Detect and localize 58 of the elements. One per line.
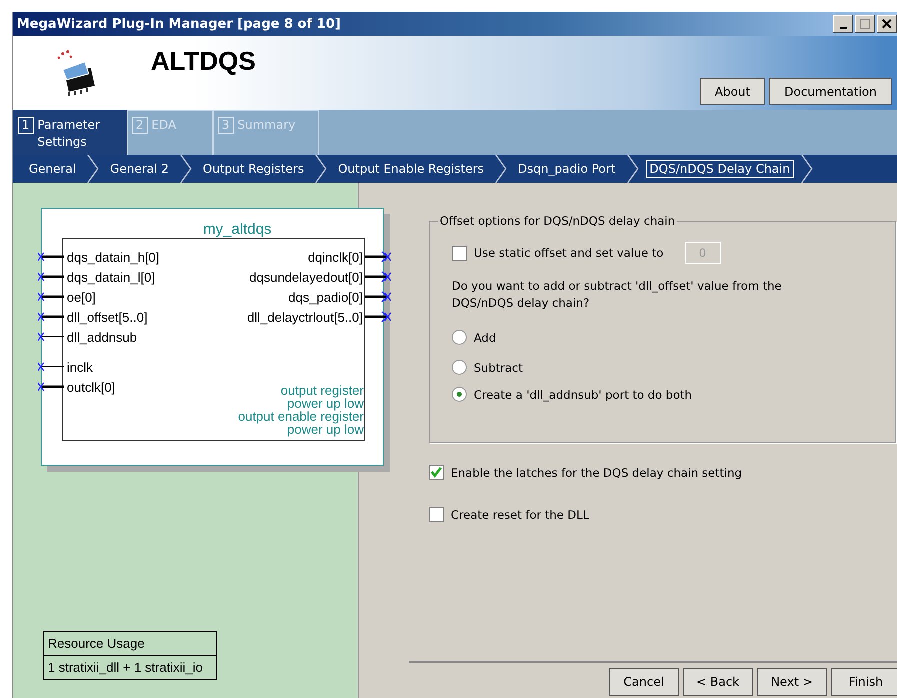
port-label: inclk <box>67 360 94 374</box>
port-label: dll_offset[5..0] <box>67 310 148 324</box>
note-text: output enable register <box>238 410 364 423</box>
component-title: ALTDQS <box>151 46 256 77</box>
port-label: outclk[0] <box>67 380 116 394</box>
checkbox[interactable] <box>429 507 444 522</box>
minimize-icon <box>840 26 846 28</box>
table-header: Resource Usage <box>47 635 146 653</box>
port-label: dqs_datain_l[0] <box>67 270 156 284</box>
close-icon <box>882 19 892 29</box>
port-label: dll_addnsub <box>67 330 138 344</box>
chevron-icon <box>626 155 640 183</box>
footer-button[interactable]: Finish <box>831 668 897 696</box>
chevron-icon <box>800 155 814 183</box>
table-cell: 1 stratixii_dll + 1 stratixii_io <box>44 655 216 679</box>
instance-name: my_altdqs <box>203 221 272 238</box>
radio-button[interactable] <box>452 360 467 375</box>
header-button[interactable]: Documentation <box>769 78 892 105</box>
window-title: MegaWizard Plug-In Manager [page 8 of 10] <box>17 16 341 32</box>
maximize-icon <box>860 19 870 29</box>
checkbox-label: Create reset for the DLL <box>451 508 590 522</box>
port-label: dqsundelayedout[0] <box>250 270 363 284</box>
question-text: Do you want to add or subtract 'dll_offset' value from the DQS/nDQS delay chain? <box>452 278 783 312</box>
chevron-icon <box>179 155 194 183</box>
radio-button[interactable] <box>452 387 467 402</box>
note-text: power up low <box>287 397 364 410</box>
chevron-icon <box>494 155 508 183</box>
chevron-icon <box>86 155 100 183</box>
radio-label: Subtract <box>474 360 524 374</box>
port-label: dqs_datain_h[0] <box>67 250 160 264</box>
note-text: output register <box>280 384 364 397</box>
radio-label: Add <box>474 330 496 344</box>
radio-button[interactable] <box>452 330 467 345</box>
port-label: dll_delayctrlout[5..0] <box>247 310 363 324</box>
header-button[interactable]: About <box>700 78 766 105</box>
chevron-icon <box>314 155 328 183</box>
close-button[interactable] <box>877 15 897 33</box>
breadcrumb-tab[interactable]: Output Registers <box>199 160 308 178</box>
breadcrumb-tab[interactable]: DQS/nDQS Delay Chain <box>646 160 794 178</box>
radio-label: Create a 'dll_addnsub' port to do both <box>474 388 692 402</box>
maximize-button[interactable] <box>855 15 875 33</box>
group-title: Offset options for DQS/nDQS delay chain <box>438 214 678 228</box>
footer-button[interactable]: Next > <box>757 668 827 696</box>
checkbox[interactable] <box>429 465 444 480</box>
minimize-button[interactable] <box>833 15 853 33</box>
footer-button[interactable]: Cancel <box>609 668 679 696</box>
note-text: power up low <box>286 423 364 436</box>
step-tab[interactable]: 1 Parameter Settings <box>13 110 127 155</box>
port-label: oe[0] <box>67 290 96 304</box>
checkbox-label: Enable the latches for the DQS delay chain setting <box>451 466 742 480</box>
checkbox-label: Use static offset and set value to <box>474 246 664 260</box>
port-label: dqinclk[0] <box>308 250 363 264</box>
port-label: dqs_padio[0] <box>288 290 363 304</box>
footer-button[interactable]: < Back <box>683 668 753 696</box>
breadcrumb-tab[interactable]: Dsqn_padio Port <box>514 160 620 178</box>
breadcrumb-tab[interactable]: General 2 <box>106 160 174 178</box>
breadcrumb-tab[interactable]: General <box>25 160 80 178</box>
breadcrumb-tab[interactable]: Output Enable Registers <box>334 160 488 178</box>
